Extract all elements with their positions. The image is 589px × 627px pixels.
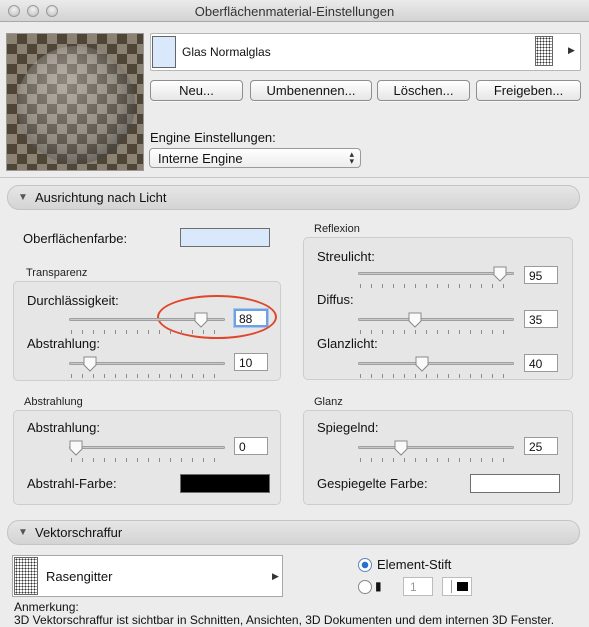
- emission-color-swatch[interactable]: [180, 474, 270, 493]
- mirror-label: Spiegelnd:: [317, 420, 379, 435]
- slider-thumb[interactable]: [83, 356, 97, 372]
- material-preview: [6, 33, 144, 171]
- slider-track[interactable]: [358, 446, 514, 449]
- slider-ticks: [71, 330, 225, 334]
- note-text: 3D Vektorschraffur ist sichtbar in Schni…: [14, 613, 555, 627]
- hatch-pattern-icon: [14, 557, 38, 595]
- window-title: Oberflächenmaterial-Einstellungen: [194, 4, 395, 19]
- select-arrows-icon: ▴ ▾: [349, 149, 354, 166]
- slider-ticks: [71, 374, 225, 378]
- rename-button[interactable]: Umbenennen...: [250, 80, 372, 101]
- pen-color-swatch: [457, 582, 468, 591]
- ambient-label: Streulicht:: [317, 249, 375, 264]
- shine-title: Glanz: [314, 396, 343, 408]
- hatch-popup-arrow-icon[interactable]: ▶: [272, 571, 279, 582]
- slider-thumb[interactable]: [394, 440, 408, 456]
- ambient-input[interactable]: 95: [524, 266, 558, 284]
- section-light-label: Ausrichtung nach Licht: [35, 190, 167, 205]
- section-hatch-label: Vektorschraffur: [35, 525, 123, 540]
- material-popup-arrow-icon[interactable]: ▶: [568, 45, 575, 56]
- mirror-color-swatch[interactable]: [470, 474, 560, 493]
- slider-ticks: [360, 458, 514, 462]
- slider-ticks: [360, 374, 514, 378]
- slider-track[interactable]: [358, 362, 514, 365]
- slider-thumb[interactable]: [408, 312, 422, 328]
- element-pen-label: Element-Stift: [377, 557, 452, 572]
- surface-color-label: Oberflächenfarbe:: [23, 231, 128, 246]
- specular-input[interactable]: 40: [524, 354, 558, 372]
- slider-ticks: [360, 284, 514, 288]
- transparency-radiation-input[interactable]: 10: [234, 353, 268, 371]
- pen-color-box[interactable]: [442, 577, 472, 596]
- preview-sphere: [17, 46, 135, 164]
- engine-select[interactable]: Interne Engine ▴ ▾: [149, 148, 361, 168]
- slider-ticks: [71, 458, 225, 462]
- divider: [0, 177, 589, 178]
- diffuse-input[interactable]: 35: [524, 310, 558, 328]
- mirror-color-label: Gespiegelte Farbe:: [317, 476, 428, 491]
- permeability-label: Durchlässigkeit:: [27, 293, 119, 308]
- slider-ticks: [360, 330, 514, 334]
- disclosure-triangle-icon[interactable]: ▼: [18, 527, 28, 538]
- material-name: Glas Normalglas: [182, 45, 271, 59]
- section-light-header[interactable]: ▼ Ausrichtung nach Licht: [7, 185, 580, 210]
- material-swatch: [152, 36, 176, 68]
- pen-icon: ▮: [375, 579, 382, 593]
- emission-color-label: Abstrahl-Farbe:: [27, 476, 117, 491]
- title-bar: Oberflächenmaterial-Einstellungen: [0, 0, 589, 22]
- transparency-radiation-label: Abstrahlung:: [27, 336, 100, 351]
- share-button[interactable]: Freigeben...: [476, 80, 581, 101]
- engine-label: Engine Einstellungen:: [150, 130, 276, 145]
- reflection-title: Reflexion: [314, 223, 360, 235]
- pen-number-input[interactable]: 1: [403, 577, 433, 596]
- slider-thumb[interactable]: [415, 356, 429, 372]
- note-label: Anmerkung:: [14, 600, 79, 614]
- emission-title: Abstrahlung: [24, 396, 83, 408]
- slider-track[interactable]: [358, 272, 514, 275]
- custom-pen-radio[interactable]: [358, 580, 372, 594]
- disclosure-triangle-icon[interactable]: ▼: [18, 192, 28, 203]
- hatch-name: Rasengitter: [46, 569, 113, 584]
- section-hatch-header[interactable]: ▼ Vektorschraffur: [7, 520, 580, 545]
- transparency-title: Transparenz: [26, 267, 88, 279]
- slider-thumb[interactable]: [194, 312, 208, 328]
- emission-input[interactable]: 0: [234, 437, 268, 455]
- slider-thumb[interactable]: [493, 266, 507, 282]
- diffuse-label: Diffus:: [317, 292, 354, 307]
- element-pen-radio[interactable]: [358, 558, 372, 572]
- mirror-input[interactable]: 25: [524, 437, 558, 455]
- delete-button[interactable]: Löschen...: [377, 80, 470, 101]
- new-button[interactable]: Neu...: [150, 80, 243, 101]
- emission-amount-label: Abstrahlung:: [27, 420, 100, 435]
- material-pattern-icon: [535, 36, 553, 66]
- pen-divider: [451, 580, 452, 593]
- specular-label: Glanzlicht:: [317, 336, 378, 351]
- engine-value: Interne Engine: [158, 151, 243, 166]
- slider-track[interactable]: [358, 318, 514, 321]
- slider-track[interactable]: [69, 446, 225, 449]
- slider-thumb[interactable]: [69, 440, 83, 456]
- surface-color-swatch[interactable]: [180, 228, 270, 247]
